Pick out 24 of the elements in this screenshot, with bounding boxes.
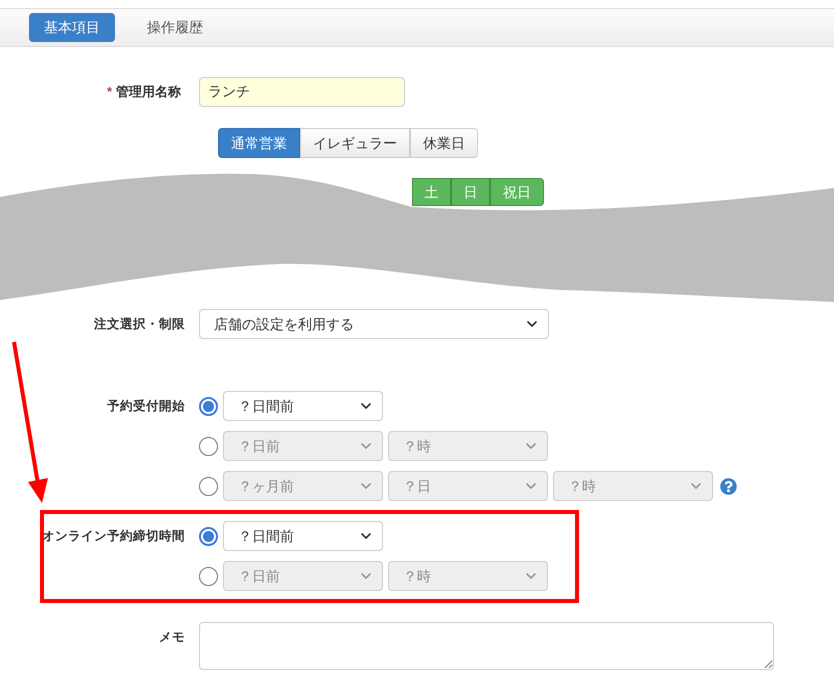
field-label: 管理用名称 [116,83,181,102]
radio-button[interactable] [199,526,218,546]
radio-button[interactable] [199,476,218,496]
day-button[interactable]: 日 [451,178,490,206]
required-mark: * [106,83,112,102]
day-button[interactable]: 土 [412,178,451,206]
segment-button[interactable]: 通常営業 [218,128,300,158]
tab[interactable]: 基本項目 [29,13,115,42]
segment-button[interactable]: イレギュラー [300,128,410,158]
dropdown[interactable]: ？日間前 [223,391,383,421]
help-icon[interactable] [720,478,737,494]
dropdown[interactable]: 店舗の設定を利用する [199,309,549,339]
dropdown[interactable]: ？日間前 [223,521,383,551]
radio-button[interactable] [199,566,218,586]
memo-field[interactable] [199,622,774,670]
radio-button[interactable] [199,396,218,416]
name-field[interactable]: ランチ [199,77,405,107]
day-button[interactable]: 祝日 [490,178,544,206]
field-label: メモ [159,628,185,646]
tab[interactable]: 操作履歴 [132,13,218,42]
field-label: 予約受付開始 [107,398,185,415]
radio-button[interactable] [199,436,218,456]
segment-button[interactable]: 休業日 [410,128,478,158]
field-label: 注文選択・制限 [94,316,185,333]
